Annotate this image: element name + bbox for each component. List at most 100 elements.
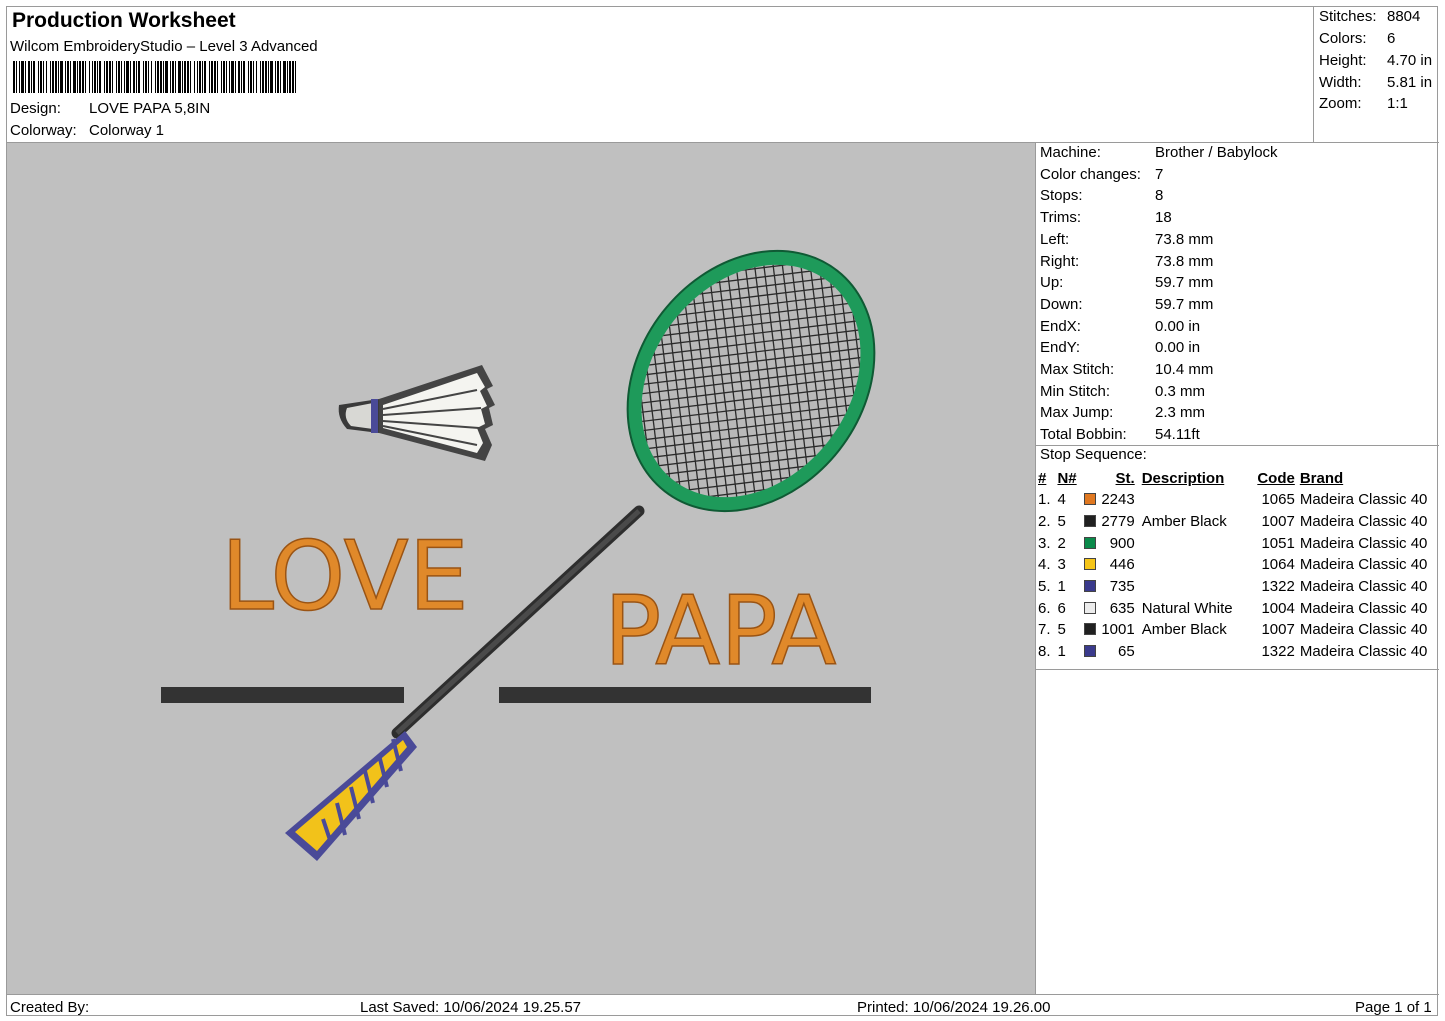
page-number: Page 1 of 1 <box>1355 999 1432 1016</box>
design-word-love: LOVE <box>221 522 469 632</box>
stitch-count: 1001 <box>1101 621 1135 639</box>
stop-index: 8. <box>1038 643 1051 661</box>
machine-info-value: 59.7 mm <box>1155 274 1214 292</box>
badminton-racket-icon <box>285 221 906 861</box>
thread-color-swatch <box>1084 536 1097 549</box>
machine-info-value: 54.11ft <box>1155 426 1200 444</box>
machine-info-label: Right: <box>1040 252 1080 270</box>
colorway-value: Colorway 1 <box>89 122 165 139</box>
table-row: 8. 1 65 1322 Madeira Classic 40 <box>1038 641 1439 663</box>
machine-info-row: Trims: 18 <box>1040 209 1172 226</box>
table-row: 7. 5 1001 Amber Black 1007 Madeira Classic 40 <box>1038 619 1439 641</box>
machine-info-row: Down: 59.7 mm <box>1040 296 1213 313</box>
thread-description <box>1135 641 1252 663</box>
machine-info-row: Max Jump: 2.3 mm <box>1040 404 1205 421</box>
machine-info-value: 0.00 in <box>1155 339 1201 357</box>
thread-color-swatch <box>1084 601 1097 614</box>
divider <box>1036 669 1439 670</box>
needle-number: 6 <box>1057 599 1066 617</box>
stat-width: Width: 5.81 in <box>1319 74 1432 91</box>
machine-info-label: Stops: <box>1040 187 1083 205</box>
production-worksheet: Production Worksheet Wilcom EmbroiderySt… <box>6 6 1439 1017</box>
machine-info-row: EndX: 0.00 in <box>1040 318 1200 335</box>
stat-value: 1:1 <box>1387 95 1408 112</box>
page-title: Production Worksheet <box>12 9 236 32</box>
design-underline-left <box>161 687 404 703</box>
color-swatch <box>1081 619 1099 641</box>
design-word-papa: PAPA <box>604 577 836 687</box>
thread-description: Amber Black <box>1141 513 1227 531</box>
machine-info-row: Up: 59.7 mm <box>1040 274 1213 291</box>
machine-info-row: Machine: Brother / Babylock <box>1040 144 1278 161</box>
machine-info-label: Color changes: <box>1040 165 1141 183</box>
design-preview-drawing: LOVE PAPA <box>161 221 906 861</box>
machine-info-row: Total Bobbin: 54.11ft <box>1040 426 1200 443</box>
stitch-count: 635 <box>1109 599 1135 617</box>
thread-description <box>1135 576 1252 598</box>
worksheet-footer: Created By: Last Saved: 10/06/2024 19.25… <box>7 994 1439 1017</box>
machine-info-value: 10.4 mm <box>1155 361 1214 378</box>
machine-info-label: Trims: <box>1040 209 1082 227</box>
table-row: 5. 1 735 1322 Madeira Classic 40 <box>1038 576 1439 598</box>
thread-color-swatch <box>1084 645 1097 658</box>
machine-info-label: Machine: <box>1040 144 1101 161</box>
machine-info-row: Right: 73.8 mm <box>1040 253 1213 270</box>
stop-index: 7. <box>1038 621 1051 639</box>
design-label: Design: <box>10 100 61 117</box>
thread-code: 1007 <box>1261 513 1295 531</box>
machine-info-label: Left: <box>1040 230 1070 248</box>
needle-number: 1 <box>1057 643 1066 661</box>
stat-value: 6 <box>1387 30 1396 47</box>
color-swatch <box>1081 554 1099 576</box>
machine-info-label: EndY: <box>1040 339 1081 357</box>
thread-color-swatch <box>1084 493 1097 506</box>
stat-height: Height: 4.70 in <box>1319 52 1432 69</box>
stitch-count: 65 <box>1118 643 1135 661</box>
stop-sequence-table: # N# St. Description Code Brand 1. 4 2243 1… <box>1038 468 1439 663</box>
machine-info-label: Max Jump: <box>1040 404 1114 422</box>
color-swatch <box>1081 511 1099 533</box>
thread-color-swatch <box>1084 558 1097 571</box>
machine-info-row: Color changes: 7 <box>1040 166 1163 183</box>
thread-brand: Madeira Classic 40 <box>1299 556 1428 574</box>
thread-brand: Madeira Classic 40 <box>1299 578 1428 596</box>
stat-label: Width: <box>1319 74 1362 91</box>
thread-color-swatch <box>1084 515 1097 528</box>
table-row: 4. 3 446 1064 Madeira Classic 40 <box>1038 554 1439 576</box>
stitch-count: 446 <box>1109 556 1135 574</box>
col-code: Code <box>1257 470 1295 487</box>
machine-info-label: Max Stitch: <box>1040 361 1115 378</box>
table-row: 3. 2 900 1051 Madeira Classic 40 <box>1038 532 1439 554</box>
stat-label: Zoom: <box>1319 95 1362 112</box>
color-swatch <box>1081 597 1099 619</box>
stitch-count: 2779 <box>1101 513 1135 531</box>
machine-info-label: Total Bobbin: <box>1040 426 1127 444</box>
thread-description <box>1135 532 1252 554</box>
stop-sequence-title: Stop Sequence: <box>1040 446 1147 463</box>
stat-label: Colors: <box>1319 30 1367 47</box>
table-header-row: # N# St. Description Code Brand <box>1038 468 1439 489</box>
machine-info-value: 2.3 mm <box>1155 404 1206 422</box>
machine-info-label: Min Stitch: <box>1040 382 1111 400</box>
thread-code: 1004 <box>1261 599 1295 617</box>
shuttlecock-icon <box>338 365 495 461</box>
worksheet-header: Production Worksheet Wilcom EmbroiderySt… <box>7 7 1314 143</box>
needle-number: 5 <box>1057 621 1066 639</box>
machine-info-value: 7 <box>1155 165 1164 183</box>
thread-code: 1007 <box>1261 621 1295 639</box>
stat-value: 8804 <box>1387 8 1421 25</box>
thread-brand: Madeira Classic 40 <box>1299 643 1428 661</box>
table-row: 1. 4 2243 1065 Madeira Classic 40 <box>1038 489 1439 511</box>
needle-number: 4 <box>1057 491 1066 509</box>
machine-info-value: 0.3 mm <box>1155 382 1206 400</box>
stat-value: 5.81 in <box>1387 74 1433 91</box>
stat-stitches: Stitches: 8804 <box>1319 8 1420 25</box>
machine-info-value: 73.8 mm <box>1155 230 1214 248</box>
thread-description: Natural White <box>1141 599 1233 617</box>
machine-info-panel: Machine: Brother / Babylock Color changes:… <box>1036 143 1439 994</box>
machine-info-value: 8 <box>1155 187 1164 205</box>
thread-color-swatch <box>1084 623 1097 636</box>
needle-number: 1 <box>1057 578 1066 596</box>
stop-index: 3. <box>1038 534 1051 552</box>
needle-number: 5 <box>1057 513 1066 531</box>
